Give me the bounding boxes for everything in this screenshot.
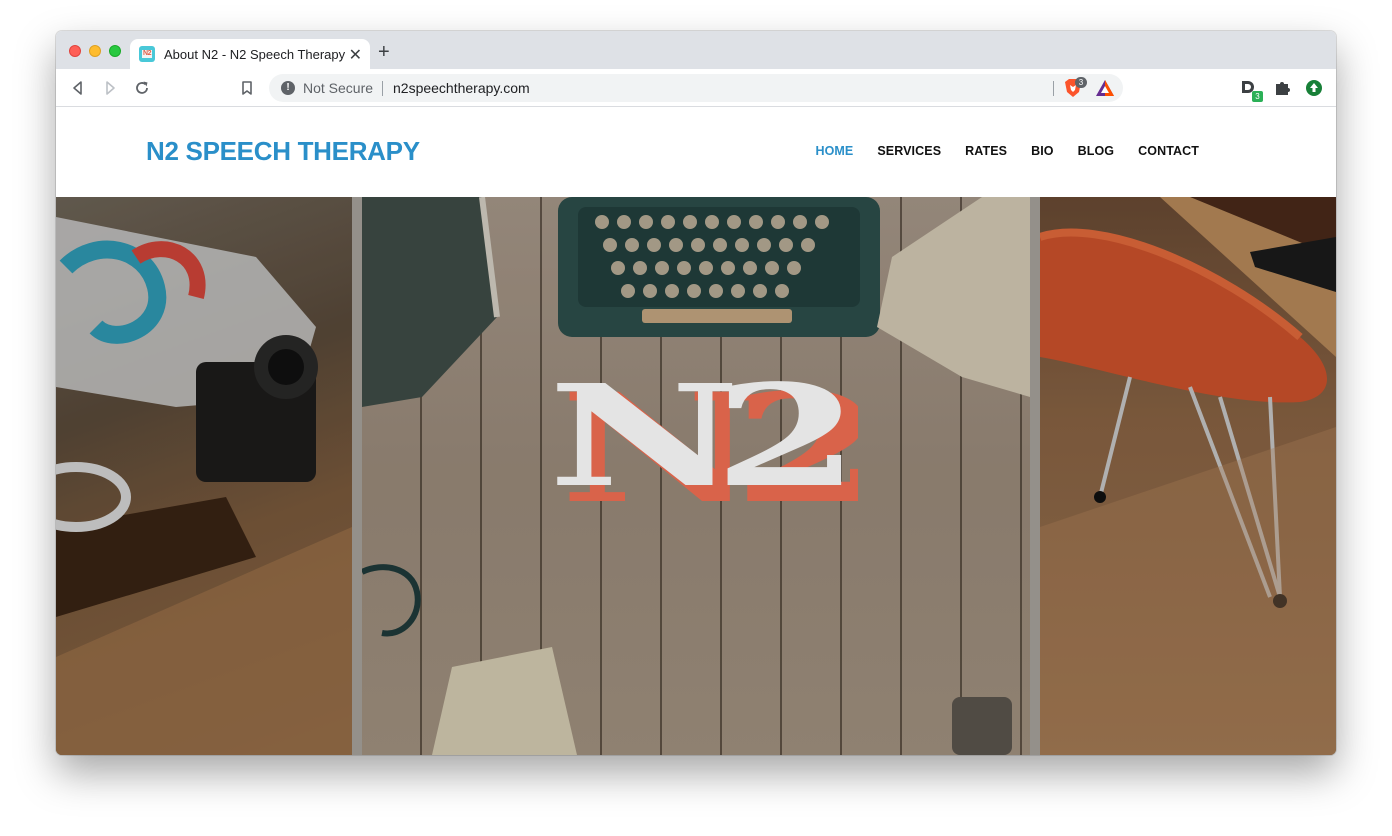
browser-window: N2 About N2 - N2 Speech Therapy ✕ + ! No… [56,31,1336,755]
minimize-window-button[interactable] [89,45,101,57]
forward-arrow-icon[interactable] [101,79,119,97]
nav-home[interactable]: HOME [815,144,853,158]
reload-icon[interactable] [133,79,151,97]
shield-count-badge: 3 [1075,77,1087,88]
divider [1053,81,1054,96]
tab-title: About N2 - N2 Speech Therapy [164,46,346,62]
maximize-window-button[interactable] [109,45,121,57]
tab-strip: N2 About N2 - N2 Speech Therapy ✕ + [56,31,1336,69]
n2-logo-image: N2 N2 [548,365,858,520]
favicon-icon: N2 [139,46,155,62]
site-header: N2 SPEECH THERAPY HOME SERVICES RATES BI… [56,107,1336,197]
bat-triangle-icon[interactable] [1095,79,1115,97]
info-icon[interactable]: ! [281,81,295,95]
new-tab-icon[interactable]: + [378,41,390,64]
browser-toolbar: ! Not Secure n2speechtherapy.com 3 3 [56,69,1336,107]
hero-banner: N2 N2 [56,197,1336,755]
n2-logo-text: N2 [548,365,841,519]
back-arrow-icon[interactable] [69,79,87,97]
main-nav: HOME SERVICES RATES BIO BLOG CONTACT [791,144,1199,158]
close-tab-icon[interactable]: ✕ [349,45,362,65]
bookmark-icon[interactable] [238,79,256,97]
security-label[interactable]: Not Secure [303,80,373,96]
divider [382,81,383,96]
address-bar[interactable]: ! Not Secure n2speechtherapy.com 3 [269,74,1123,102]
nav-contact[interactable]: CONTACT [1138,144,1199,158]
nav-rates[interactable]: RATES [965,144,1007,158]
browser-tab[interactable]: N2 About N2 - N2 Speech Therapy ✕ [130,39,370,69]
favicon-text: N2 [142,50,152,58]
nav-services[interactable]: SERVICES [877,144,941,158]
update-arrow-icon[interactable] [1304,78,1324,98]
close-window-button[interactable] [69,45,81,57]
nav-blog[interactable]: BLOG [1078,144,1115,158]
nav-bio[interactable]: BIO [1031,144,1054,158]
extension-count-badge: 3 [1252,91,1263,102]
web-page: N2 SPEECH THERAPY HOME SERVICES RATES BI… [56,107,1336,755]
url-text[interactable]: n2speechtherapy.com [393,80,530,96]
site-logo[interactable]: N2 SPEECH THERAPY [146,136,420,167]
puzzle-icon[interactable] [1272,78,1292,98]
